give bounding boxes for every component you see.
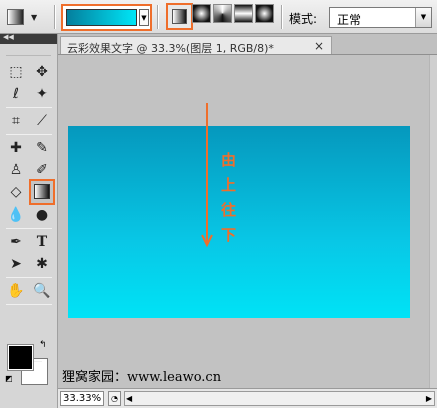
- double-chevron-icon[interactable]: ◀◀: [3, 33, 14, 41]
- pen-icon[interactable]: ✒: [5, 231, 27, 253]
- lasso-icon[interactable]: ℓ: [5, 83, 27, 105]
- canvas-area[interactable]: 由 上 往 下 狸窝家园：www.leawo.cn: [58, 55, 437, 388]
- zoom-field[interactable]: 33.33%: [60, 391, 104, 406]
- swap-colors-icon[interactable]: ↰: [39, 340, 47, 350]
- spot-healing-icon[interactable]: ✚: [5, 137, 27, 159]
- toolbox: ◀◀ ⬚ ✥ ℓ ✦ ⌗ ⟋ ✚ ✎ ♙ ✐ ◇ 💧 ● ✒ T ➤ ✱ ✋ 🔍…: [0, 33, 58, 408]
- annotation-char: 往: [221, 201, 237, 219]
- dodge-icon[interactable]: ●: [31, 204, 53, 226]
- clone-stamp-icon[interactable]: ♙: [5, 159, 27, 181]
- linear-gradient-button[interactable]: [166, 3, 193, 30]
- crop-icon[interactable]: ⌗: [5, 110, 27, 132]
- move-icon[interactable]: ✥: [31, 61, 53, 83]
- gradient-tool-icon: [7, 9, 24, 25]
- zoom-icon[interactable]: 🔍: [31, 280, 53, 302]
- status-info-button[interactable]: ◔: [108, 391, 121, 406]
- brush-icon[interactable]: ✎: [31, 137, 53, 159]
- divider: [157, 5, 159, 29]
- annotation-char: 由: [221, 151, 237, 169]
- tool-preset-picker[interactable]: ▼: [5, 7, 49, 28]
- mode-select[interactable]: 正常 ▼: [329, 7, 432, 28]
- divider: [6, 107, 52, 108]
- diamond-gradient-button[interactable]: [255, 4, 274, 23]
- toolbox-header[interactable]: ◀◀: [0, 33, 57, 44]
- toolbox-grip[interactable]: [6, 44, 51, 56]
- status-bar: 33.33% ◔ ◀ ▶: [58, 388, 437, 408]
- hand-icon[interactable]: ✋: [5, 280, 27, 302]
- divider: [6, 228, 52, 229]
- type-icon[interactable]: T: [31, 231, 53, 253]
- eraser-icon[interactable]: ◇: [5, 181, 27, 203]
- rect-marquee-icon[interactable]: ⬚: [5, 61, 27, 83]
- gradient-layer[interactable]: [68, 126, 410, 318]
- chevron-down-icon: ▼: [31, 13, 38, 22]
- angle-gradient-button[interactable]: [213, 4, 232, 23]
- divider: [6, 304, 52, 305]
- document-tab[interactable]: 云彩效果文字 @ 33.3%(图层 1, RGB/8)* ×: [60, 36, 332, 55]
- gradient-swatch[interactable]: [66, 9, 137, 26]
- divider: [6, 277, 52, 278]
- default-colors-icon[interactable]: ◩: [5, 374, 13, 383]
- gradient-icon[interactable]: [29, 179, 55, 205]
- watermark-text: 狸窝家园：www.leawo.cn: [62, 370, 222, 385]
- divider: [6, 134, 52, 135]
- divider: [281, 5, 283, 29]
- document-window: 云彩效果文字 @ 33.3%(图层 1, RGB/8)* × 由 上 往 下 狸…: [58, 34, 437, 408]
- blur-icon[interactable]: 💧: [5, 204, 27, 226]
- chevron-down-icon[interactable]: ▼: [415, 8, 431, 27]
- direction-arrow-icon: [201, 103, 213, 248]
- path-select-icon[interactable]: ➤: [5, 253, 27, 275]
- radial-gradient-button[interactable]: [192, 4, 211, 23]
- chevron-down-icon[interactable]: ▼: [139, 9, 149, 26]
- foreground-color-swatch[interactable]: [7, 344, 34, 371]
- eyedropper-icon[interactable]: ⟋: [31, 110, 53, 132]
- annotation-char: 上: [221, 176, 237, 194]
- reflected-gradient-button[interactable]: [234, 4, 253, 23]
- mode-label: 模式:: [289, 12, 318, 26]
- options-bar: ▼ ▼ 模式: 正常 ▼: [0, 0, 437, 34]
- scroll-left-icon[interactable]: ◀: [126, 392, 132, 405]
- divider: [54, 5, 56, 29]
- close-icon[interactable]: ×: [314, 39, 324, 53]
- history-brush-icon[interactable]: ✐: [31, 159, 53, 181]
- custom-shape-icon[interactable]: ✱: [31, 253, 53, 275]
- horizontal-scrollbar[interactable]: ◀ ▶: [124, 391, 435, 406]
- annotation-char: 下: [221, 226, 237, 244]
- vertical-scrollbar[interactable]: [429, 55, 437, 388]
- scroll-right-icon[interactable]: ▶: [426, 392, 432, 405]
- magic-wand-icon[interactable]: ✦: [31, 83, 53, 105]
- gradient-picker[interactable]: ▼: [61, 4, 152, 31]
- mode-value: 正常: [337, 13, 362, 27]
